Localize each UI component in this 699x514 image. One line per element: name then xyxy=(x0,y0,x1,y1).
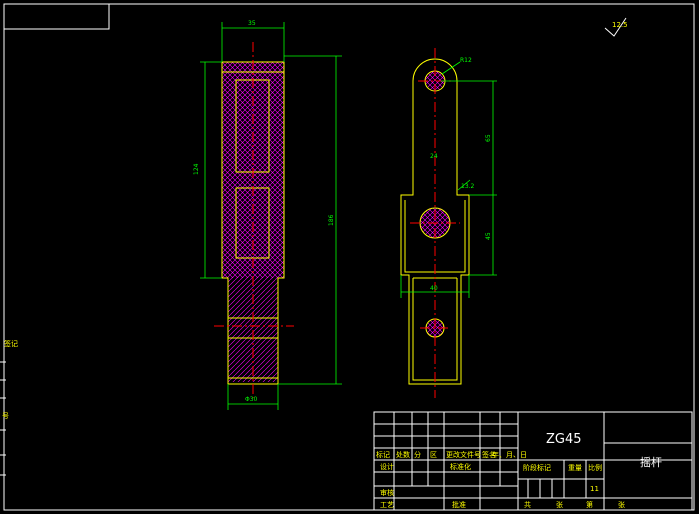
dim-side-upper: 65 xyxy=(485,134,492,142)
part-name-label: 摇杆 xyxy=(640,455,662,469)
tb-row1-6: 年、月、日 xyxy=(492,450,527,459)
dim-bottom-width: 40 xyxy=(430,285,438,292)
tb-standard: 标准化 xyxy=(450,462,471,471)
tb-row1-0: 标记 xyxy=(376,450,390,459)
tb-count: 11 xyxy=(590,485,599,493)
tb-designer: 设计 xyxy=(380,462,394,471)
title-block: ZG45 摇杆 标记 处数 分 区 更改文件号 签名 年、月、日 设计 标准化 … xyxy=(373,411,693,511)
tb-row1-4: 更改文件号 xyxy=(446,450,481,459)
dim-total-height: 186 xyxy=(328,214,335,226)
tb-weight-header: 重量 xyxy=(568,464,582,472)
left-edge-label-2: 号 xyxy=(2,412,9,420)
material-label: ZG45 xyxy=(546,432,582,447)
tb-row1-2: 分 xyxy=(414,450,421,459)
tb-scale-header: 比例 xyxy=(588,463,602,472)
dim-angle: 13.2 xyxy=(461,183,475,190)
cad-drawing-canvas: 签记 号 12.5 35 124 186 Φ30 R12 65 45 24 13… xyxy=(0,3,695,511)
dim-center-label: 24 xyxy=(430,153,438,160)
tb-check: 审核 xyxy=(380,488,394,497)
dim-radius: R12 xyxy=(460,57,472,64)
tb-row1-1: 处数 xyxy=(396,450,410,459)
left-edge-label-1: 签记 xyxy=(4,339,18,348)
tb-sheets: 共 xyxy=(524,500,531,509)
right-front-view: R12 65 45 24 13.2 40 xyxy=(400,48,497,398)
tb-row1-3: 区 xyxy=(430,451,437,459)
drawing-frame xyxy=(3,3,695,511)
dim-top-width: 35 xyxy=(248,20,256,27)
dim-side-lower: 45 xyxy=(485,232,492,240)
tb-sheet-2: 张 xyxy=(618,500,625,509)
tb-stage-header: 阶段标记 xyxy=(523,463,551,472)
left-section-view: 35 124 186 Φ30 xyxy=(193,20,342,410)
dim-left-height: 124 xyxy=(193,163,200,175)
svg-text:12.5: 12.5 xyxy=(612,21,628,29)
tb-sheet: 张 xyxy=(556,500,563,509)
dim-bottom-dia: Φ30 xyxy=(245,396,258,403)
tb-approve: 批准 xyxy=(452,500,466,509)
tb-process: 工艺 xyxy=(380,501,394,509)
tb-page: 第 xyxy=(586,500,593,509)
roughness-symbol: 12.5 xyxy=(604,17,628,37)
